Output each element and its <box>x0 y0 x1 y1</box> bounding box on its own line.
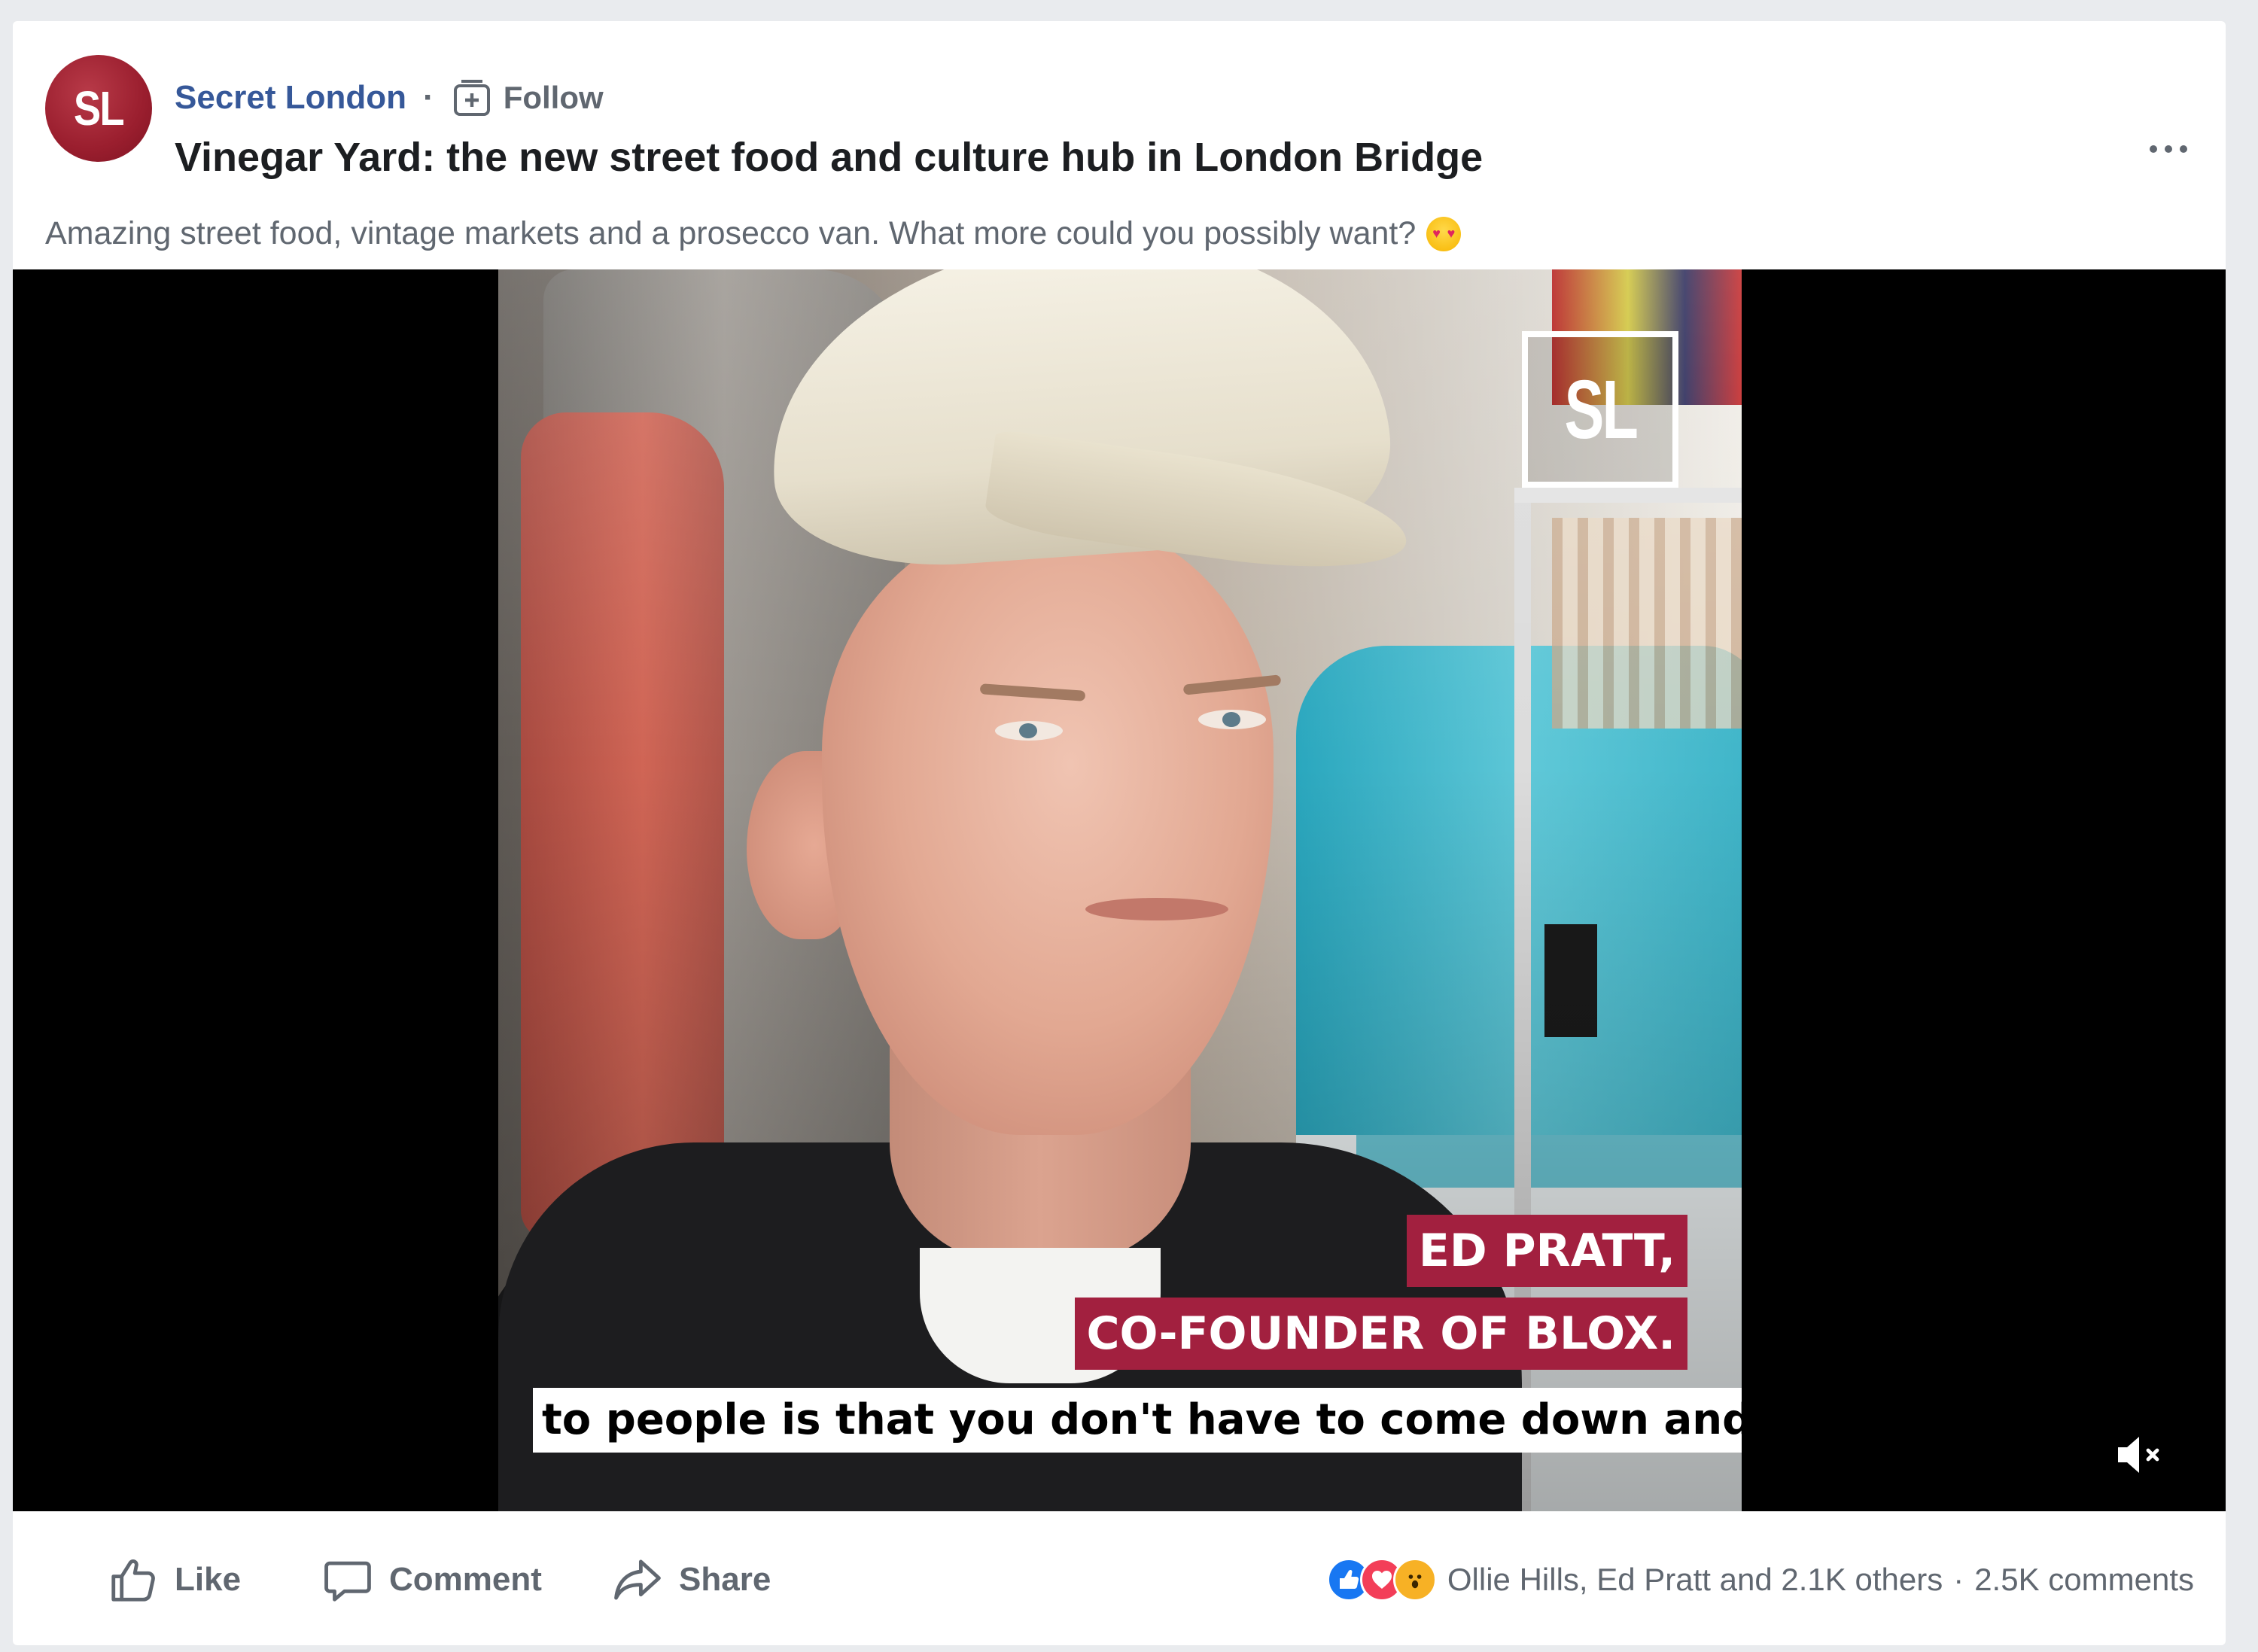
right-eye <box>1198 710 1266 729</box>
comments-count[interactable]: 2.5K comments <box>1974 1562 2194 1598</box>
lower-third-line1: ED PRATT, <box>1406 1215 1687 1287</box>
post-actions-bar: Like Comment Share Ollie Hills, Ed Pratt… <box>13 1511 2226 1645</box>
like-button[interactable]: Like <box>107 1553 241 1606</box>
reaction-icons[interactable] <box>1326 1558 1437 1602</box>
lower-third-role: CO-FOUNDER OF BLOX. <box>1074 1298 1687 1370</box>
share-label: Share <box>679 1561 771 1598</box>
wow-reaction-icon <box>1392 1558 1437 1602</box>
follow-button[interactable]: Follow <box>451 77 604 119</box>
unmute-button[interactable] <box>2105 1421 2173 1489</box>
like-label: Like <box>175 1561 242 1598</box>
follow-icon <box>453 80 490 116</box>
post-header-row: Secret London · Follow <box>175 75 604 120</box>
feed-post: SL Secret London · Follow Vinegar Yard: … <box>13 21 2226 1645</box>
left-eye <box>995 721 1063 741</box>
header-separator: · <box>423 79 434 116</box>
comment-label: Comment <box>389 1561 542 1598</box>
more-options-button[interactable] <box>2141 134 2196 164</box>
person-mouth <box>1085 898 1228 920</box>
video-subtitle: to people is that you don't have to come… <box>533 1388 1742 1453</box>
lower-third-line2: CO-FOUNDER OF BLOX. <box>1074 1298 1687 1370</box>
post-title[interactable]: Vinegar Yard: the new street food and cu… <box>175 134 1483 181</box>
watermark-text: SL <box>1564 363 1638 456</box>
share-button[interactable]: Share <box>611 1553 771 1606</box>
reactions-summary[interactable]: Ollie Hills, Ed Pratt and 2.1K others · … <box>1326 1558 2194 1602</box>
thumbs-up-icon <box>111 1559 155 1602</box>
reactors-text[interactable]: Ollie Hills, Ed Pratt and 2.1K others <box>1447 1562 1943 1598</box>
ellipsis-icon <box>2150 145 2187 153</box>
heart-eyes-emoji-icon: ♥ ♥ <box>1426 216 1462 851</box>
follow-label: Follow <box>503 80 604 115</box>
comment-button[interactable]: Comment <box>321 1553 542 1606</box>
person-face <box>822 518 1274 1135</box>
page-name-link[interactable]: Secret London <box>175 79 406 117</box>
share-arrow-icon <box>614 1559 661 1600</box>
engagement-separator: · <box>1953 1562 1964 1597</box>
lower-third-name: ED PRATT, <box>1406 1215 1687 1287</box>
speaker-muted-icon <box>2118 1437 2159 1473</box>
avatar-logo-text: SL <box>73 81 125 135</box>
caption-text: Amazing street food, vintage markets and… <box>45 215 1417 251</box>
page-avatar[interactable]: SL <box>45 55 152 162</box>
video-player[interactable]: SL ED PRATT, CO-FOUNDER OF BLOX. to peop… <box>13 269 2226 1511</box>
post-caption: Amazing street food, vintage markets and… <box>45 215 1462 851</box>
comment-bubble-icon <box>324 1561 371 1602</box>
video-frame[interactable]: SL ED PRATT, CO-FOUNDER OF BLOX. to peop… <box>498 269 1742 1511</box>
video-watermark-logo: SL <box>1522 331 1678 488</box>
